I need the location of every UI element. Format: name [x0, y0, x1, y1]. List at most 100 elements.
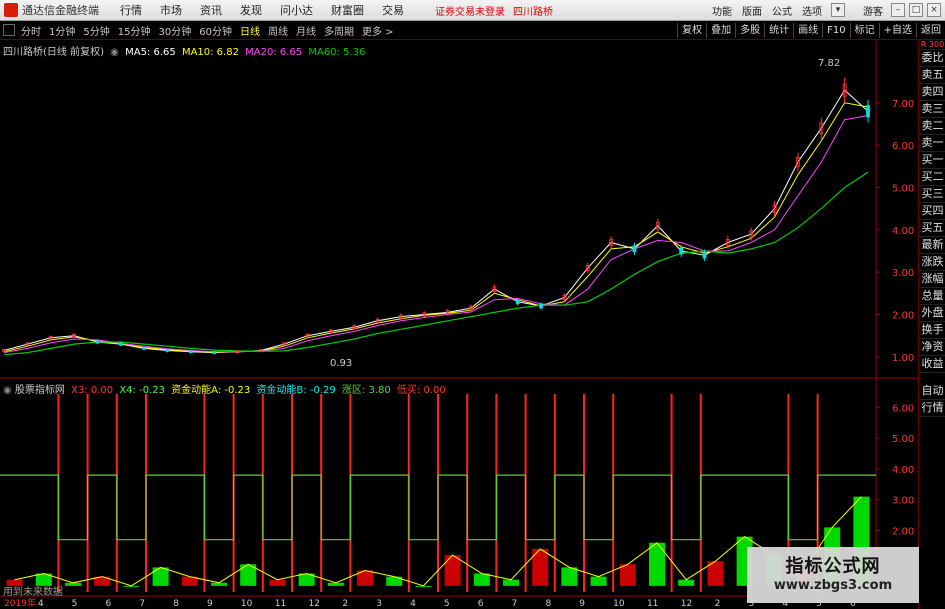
watermark-title: 指标公式网 — [785, 556, 881, 577]
x4-label: X4: -0.23 — [119, 385, 165, 396]
quote-sidebar: R 300 委比 卖五 卖四 卖三 卖二 卖一 买一 买二 买三 买四 买五 最新 涨跌 涨幅 总量 外盘 换手… — [918, 40, 945, 609]
indicator-title: 股票指标网 — [14, 385, 65, 396]
candle-body — [212, 351, 217, 354]
xaxis-label: 11 — [647, 599, 658, 609]
candle-body — [866, 105, 870, 118]
candle-body — [95, 340, 100, 344]
sidebar-auto-tab[interactable]: 自动 — [919, 383, 945, 400]
zone-label: 涨区: 3.80 — [341, 385, 391, 396]
sidebar-tab[interactable]: 涨幅 — [919, 271, 945, 288]
future-data-note: 用到未来数据 — [3, 587, 63, 598]
sidebar-quote-tab[interactable]: 行情 — [919, 400, 945, 417]
xaxis-label: 4 — [38, 599, 44, 609]
sidebar-tab[interactable]: 外盘 — [919, 305, 945, 322]
indicator-ytick-label: 6.00 — [892, 403, 914, 414]
candle-body — [188, 350, 193, 354]
fund-momentum-bar — [152, 567, 169, 586]
xaxis-label: 9 — [579, 599, 585, 609]
sidebar-tab[interactable]: 买四 — [919, 203, 945, 220]
xaxis-label: 8 — [545, 599, 551, 609]
series-ma20-line — [3, 115, 869, 354]
xaxis-label: 5 — [444, 599, 450, 609]
indicator-header: ◉ 股票指标网 X3: 0.00 X4: -0.23 资金动能A: -0.23 … — [3, 381, 446, 396]
sidebar-tab[interactable]: 总量 — [919, 288, 945, 305]
candle-body — [702, 251, 707, 259]
kline-header: 四川路桥(日线 前复权) ◉ MA5: 6.65 MA10: 6.82 MA20… — [3, 43, 365, 58]
sidebar-tab[interactable]: 卖一 — [919, 135, 945, 152]
indicator-ytick-label: 5.00 — [892, 434, 914, 445]
ma20-label: MA20: 6.65 — [245, 47, 303, 58]
series-zone-line — [0, 474, 876, 541]
indicator-settings-icon[interactable]: ◉ — [110, 47, 119, 58]
kline-ytick-label: 6.00 — [892, 141, 914, 152]
xaxis-label: 2 — [342, 599, 348, 609]
watermark: 指标公式网 www.zbgs3.com — [747, 547, 919, 603]
candle-body — [632, 245, 637, 253]
indicator-ytick-label: 4.00 — [892, 465, 914, 476]
fund-momentum-bar — [503, 579, 519, 586]
sidebar-tab[interactable]: 买二 — [919, 169, 945, 186]
sidebar-tab[interactable]: 委比 — [919, 50, 945, 67]
xaxis-label: 9 — [207, 599, 213, 609]
fund-momentum-bar — [473, 573, 490, 586]
xaxis-label: 2 — [715, 599, 721, 609]
sidebar-tab[interactable]: 买一 — [919, 152, 945, 169]
xaxis-label: 12 — [309, 599, 320, 609]
xaxis-label: 10 — [241, 599, 253, 609]
sidebar-tab[interactable]: 买三 — [919, 186, 945, 203]
fund-momentum-bar — [590, 576, 607, 586]
x3-label: X3: 0.00 — [71, 385, 114, 396]
xaxis-label: 2019年 — [4, 597, 36, 609]
sidebar-top-label: R 300 — [919, 40, 945, 50]
fund-momentum-bar — [619, 564, 636, 586]
candle-body — [142, 346, 147, 350]
high-price-annotation: 7.82 — [818, 58, 841, 69]
sidebar-tab[interactable]: 卖三 — [919, 101, 945, 118]
fund-momentum-bar — [269, 579, 286, 586]
candle-body — [539, 303, 543, 309]
sidebar-tab[interactable]: 卖五 — [919, 67, 945, 84]
indicator-ytick-label: 3.00 — [892, 496, 914, 507]
xaxis-label: 10 — [613, 599, 625, 609]
ma10-label: MA10: 6.82 — [181, 47, 239, 58]
sidebar-tab[interactable]: 最新 — [919, 237, 945, 254]
candle-body — [679, 247, 684, 255]
xaxis-label: 11 — [275, 599, 286, 609]
candle-body — [165, 349, 170, 352]
xaxis-label: 7 — [139, 599, 145, 609]
low-buy-label: 低买: 0.00 — [396, 385, 446, 396]
xaxis-label: 7 — [512, 599, 518, 609]
kline-ytick-label: 7.00 — [892, 99, 914, 110]
series-ma5-line — [3, 89, 869, 354]
series-ma10-line — [3, 102, 869, 353]
candle-body — [118, 342, 123, 346]
series-ma60-line — [3, 171, 869, 356]
sidebar-tab[interactable]: 涨跌 — [919, 254, 945, 271]
candle-body — [515, 299, 520, 305]
sidebar-tab[interactable]: 卖四 — [919, 84, 945, 101]
fund-a-label: 资金动能A: -0.23 — [171, 385, 251, 396]
watermark-url: www.zbgs3.com — [773, 578, 893, 593]
fund-momentum-bar — [678, 579, 695, 586]
xaxis-label: 8 — [173, 599, 179, 609]
kline-ytick-label: 2.00 — [892, 310, 914, 321]
sidebar-tab[interactable]: 净资 — [919, 339, 945, 356]
kline-ytick-label: 5.00 — [892, 183, 914, 194]
sidebar-tab[interactable]: 收益 — [919, 356, 945, 373]
xaxis-label: 5 — [72, 599, 78, 609]
sidebar-tab[interactable]: 换手 — [919, 322, 945, 339]
xaxis-label: 4 — [410, 599, 416, 609]
kline-ytick-label: 4.00 — [892, 226, 914, 237]
indicator-ytick-label: 2.00 — [892, 526, 914, 537]
sidebar-tab[interactable]: 买五 — [919, 220, 945, 237]
xaxis-label: 3 — [376, 599, 382, 609]
xaxis-label: 6 — [478, 599, 484, 609]
sidebar-tab[interactable]: 卖二 — [919, 118, 945, 135]
chart-canvas[interactable]: 1.00 2.00 3.00 4.00 5.00 6.00 7.00 2.00 3.00 4.0… — [0, 0, 945, 609]
kline-ytick-label: 1.00 — [892, 353, 914, 364]
fund-b-label: 资金动能B: -0.29 — [256, 385, 336, 396]
ma60-label: MA60: 5.36 — [308, 47, 366, 58]
kline-ytick-label: 3.00 — [892, 268, 914, 279]
indicator-settings-icon-2[interactable]: ◉ — [3, 385, 12, 396]
ma5-label: MA5: 6.65 — [125, 47, 176, 58]
